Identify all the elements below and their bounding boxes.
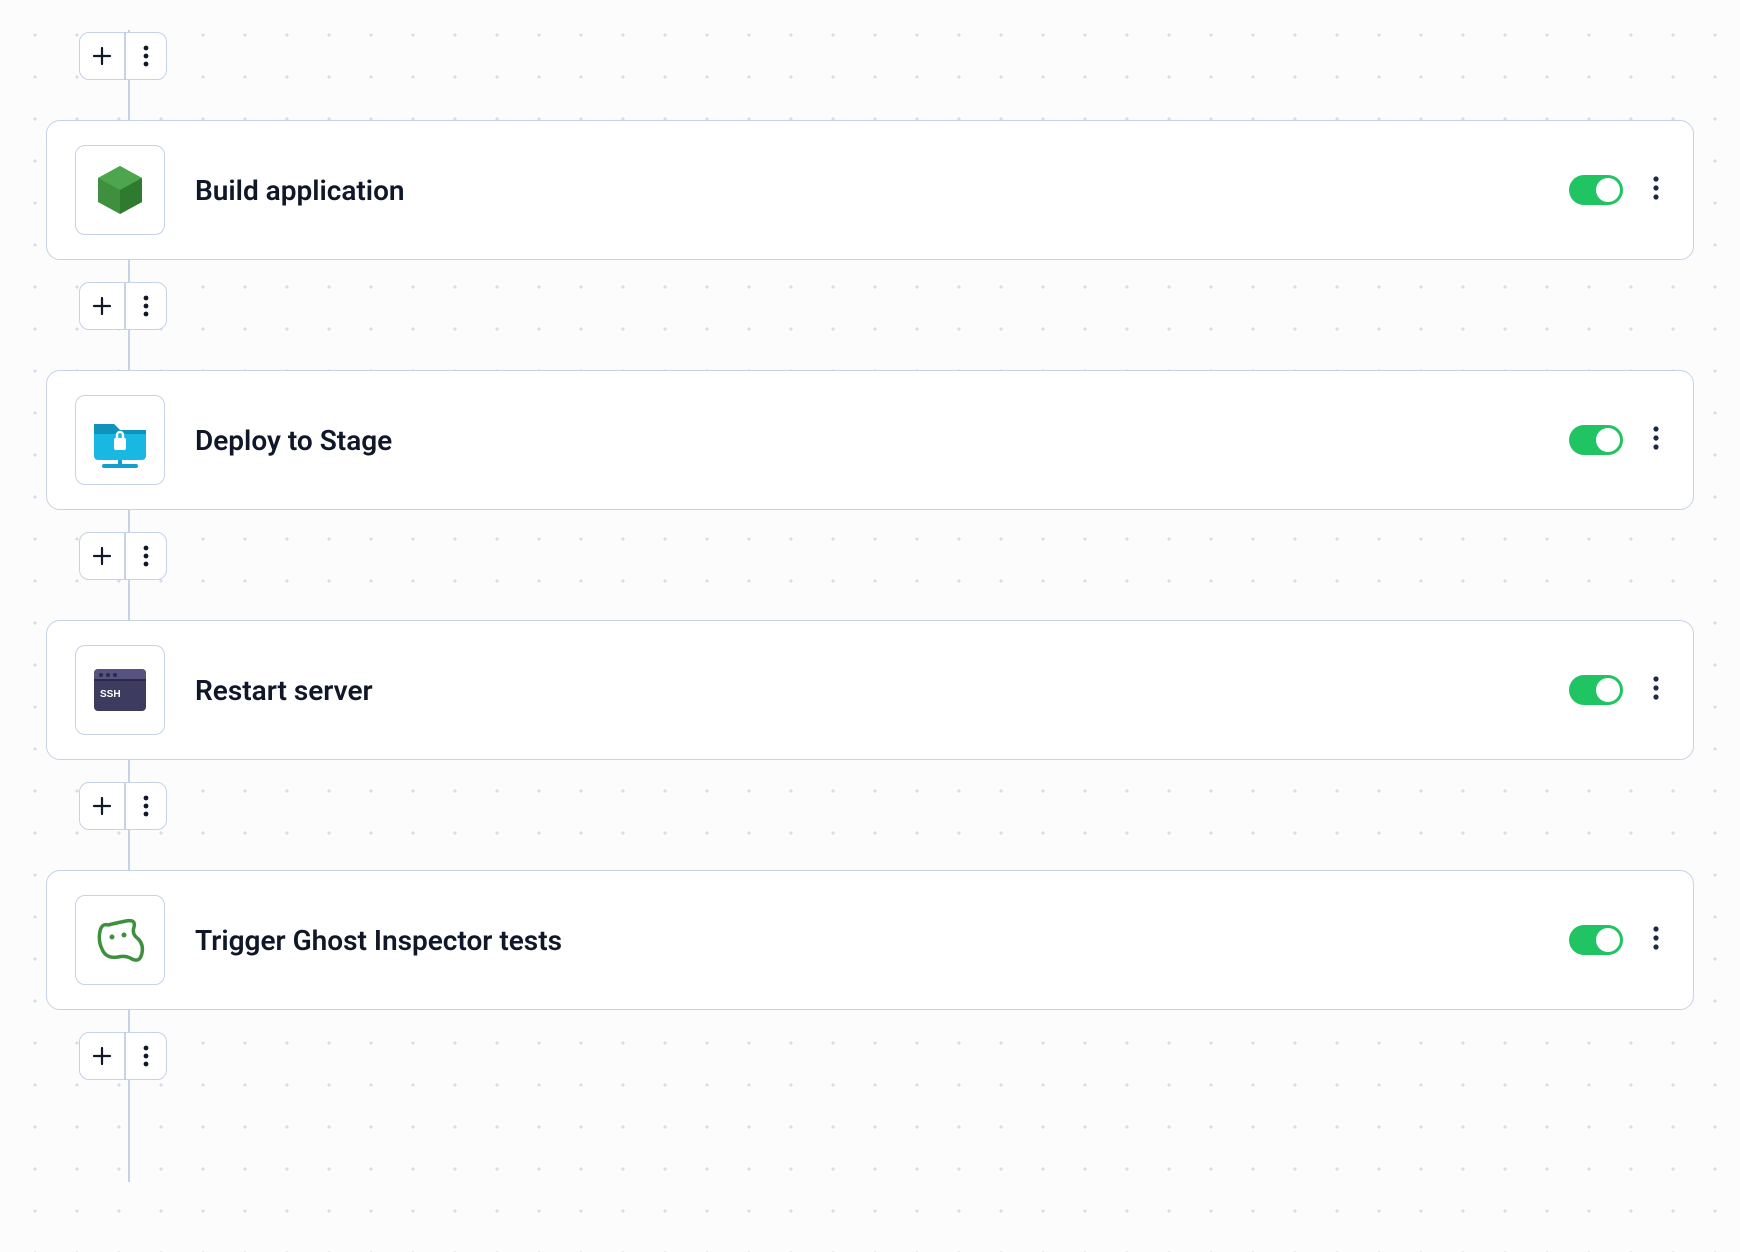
step-card-restart[interactable]: SSH Restart server [46, 620, 1694, 760]
more-vertical-icon [1653, 926, 1659, 950]
plus-icon [92, 546, 112, 566]
add-step-more-button[interactable] [126, 533, 166, 579]
more-vertical-icon [143, 295, 149, 317]
add-step-group-2 [79, 532, 167, 580]
secure-folder-icon [88, 412, 152, 468]
add-step-button[interactable] [80, 783, 124, 829]
add-step-group-4 [79, 1032, 167, 1080]
step-controls [1569, 422, 1663, 458]
more-vertical-icon [1653, 676, 1659, 700]
toggle-knob [1596, 678, 1620, 702]
add-step-button[interactable] [80, 283, 124, 329]
ghost-inspector-icon [92, 915, 148, 965]
more-vertical-icon [143, 1045, 149, 1067]
ssh-terminal-icon: SSH [90, 665, 150, 715]
add-step-button[interactable] [80, 533, 124, 579]
add-step-group-0 [79, 32, 167, 80]
add-step-more-button[interactable] [126, 283, 166, 329]
step-icon-box [75, 895, 165, 985]
step-card-deploy[interactable]: Deploy to Stage [46, 370, 1694, 510]
add-step-more-button[interactable] [126, 1033, 166, 1079]
toggle-knob [1596, 928, 1620, 952]
more-vertical-icon [143, 45, 149, 67]
step-more-button[interactable] [1649, 672, 1663, 708]
step-enabled-toggle[interactable] [1569, 675, 1623, 705]
step-title: Deploy to Stage [195, 424, 1569, 457]
toggle-knob [1596, 428, 1620, 452]
add-step-group-1 [79, 282, 167, 330]
add-step-more-button[interactable] [126, 33, 166, 79]
node-hexagon-icon [92, 162, 148, 218]
more-vertical-icon [1653, 426, 1659, 450]
svg-text:SSH: SSH [100, 689, 121, 700]
step-more-button[interactable] [1649, 422, 1663, 458]
add-step-more-button[interactable] [126, 783, 166, 829]
step-enabled-toggle[interactable] [1569, 175, 1623, 205]
step-title: Build application [195, 174, 1569, 207]
add-step-button[interactable] [80, 33, 124, 79]
plus-icon [92, 296, 112, 316]
more-vertical-icon [1653, 176, 1659, 200]
step-title: Trigger Ghost Inspector tests [195, 924, 1569, 957]
step-enabled-toggle[interactable] [1569, 925, 1623, 955]
toggle-knob [1596, 178, 1620, 202]
step-controls [1569, 672, 1663, 708]
step-icon-box: SSH [75, 645, 165, 735]
step-more-button[interactable] [1649, 922, 1663, 958]
step-controls [1569, 922, 1663, 958]
more-vertical-icon [143, 795, 149, 817]
more-vertical-icon [143, 545, 149, 567]
add-step-button[interactable] [80, 1033, 124, 1079]
step-enabled-toggle[interactable] [1569, 425, 1623, 455]
plus-icon [92, 796, 112, 816]
step-title: Restart server [195, 674, 1569, 707]
step-icon-box [75, 395, 165, 485]
add-step-group-3 [79, 782, 167, 830]
step-card-build[interactable]: Build application [46, 120, 1694, 260]
plus-icon [92, 1046, 112, 1066]
step-icon-box [75, 145, 165, 235]
step-card-ghost-inspector[interactable]: Trigger Ghost Inspector tests [46, 870, 1694, 1010]
step-controls [1569, 172, 1663, 208]
plus-icon [92, 46, 112, 66]
step-more-button[interactable] [1649, 172, 1663, 208]
